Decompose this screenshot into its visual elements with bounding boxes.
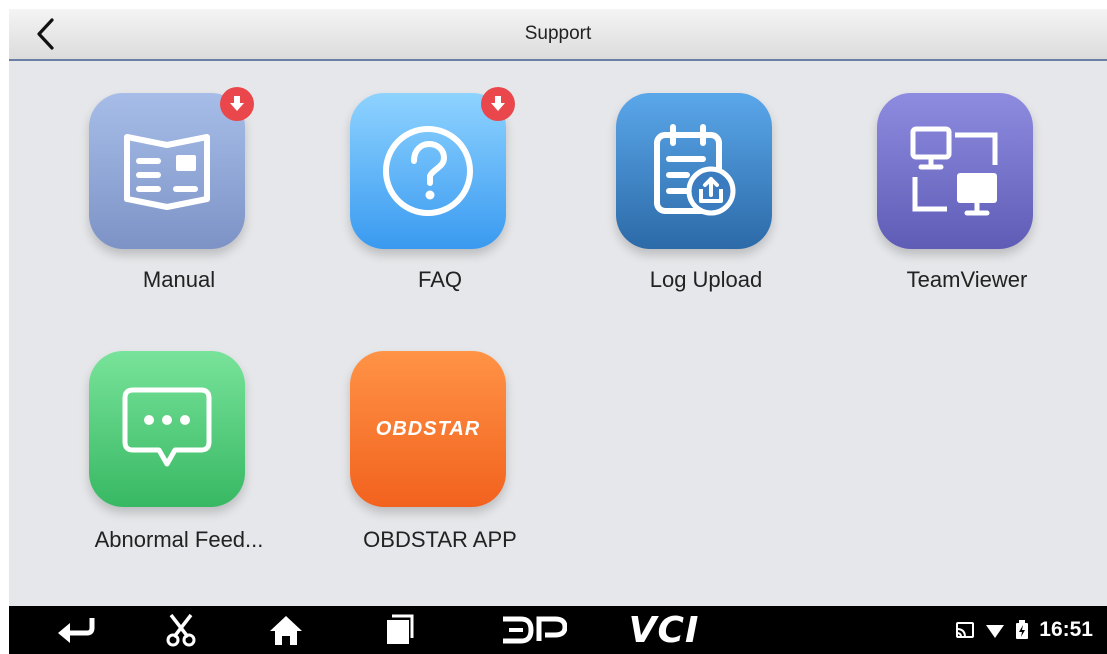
vci-button[interactable]: VCI (619, 606, 709, 654)
vci-label: VCI (628, 609, 700, 651)
app-label: TeamViewer (906, 267, 1028, 292)
return-arrow-icon (58, 618, 95, 643)
app-faq[interactable]: FAQ (350, 87, 530, 313)
back-nav-button[interactable] (49, 606, 103, 654)
home-icon (270, 616, 302, 645)
system-navbar: VCI 16:51 (9, 606, 1107, 654)
download-badge-icon (481, 87, 515, 121)
cast-icon (956, 622, 975, 638)
dp-button[interactable] (499, 606, 569, 654)
app-grid: Manual FAQ Log Upload TeamViewer Abnorma… (9, 61, 1107, 606)
app-abnormal-feedback[interactable]: Abnormal Feed... (89, 351, 269, 571)
dp-logo-icon (503, 616, 567, 644)
title-bar: Support (9, 9, 1107, 61)
log-upload-icon (616, 93, 772, 249)
obdstar-logo-icon: OBDSTAR (350, 351, 506, 507)
question-icon (350, 93, 506, 249)
app-label: Log Upload (649, 267, 763, 292)
app-label: FAQ (417, 267, 462, 292)
app-obdstar[interactable]: OBDSTAR OBDSTAR APP (350, 351, 530, 571)
app-label: Manual (142, 267, 216, 292)
status-clock: 16:51 (1039, 618, 1093, 641)
app-window: Support Manual FAQ Log Upload TeamViewer… (9, 9, 1107, 654)
teamviewer-icon (877, 93, 1033, 249)
recent-apps-icon (387, 614, 414, 644)
app-manual[interactable]: Manual (89, 87, 269, 313)
status-area: 16:51 (955, 606, 1093, 654)
page-title: Support (524, 23, 592, 44)
app-log-upload[interactable]: Log Upload (616, 93, 796, 313)
wifi-icon (986, 625, 1005, 638)
app-label: OBDSTAR APP (363, 527, 517, 552)
recent-apps-button[interactable] (379, 606, 419, 654)
scissors-icon (166, 613, 196, 647)
home-button[interactable] (264, 606, 308, 654)
feedback-icon (89, 351, 245, 507)
screenshot-button[interactable] (159, 606, 203, 654)
app-label: Abnormal Feed... (94, 527, 264, 552)
app-teamviewer[interactable]: TeamViewer (877, 93, 1057, 313)
manual-icon (89, 93, 245, 249)
download-badge-icon (220, 87, 254, 121)
battery-charging-icon (1016, 620, 1029, 639)
